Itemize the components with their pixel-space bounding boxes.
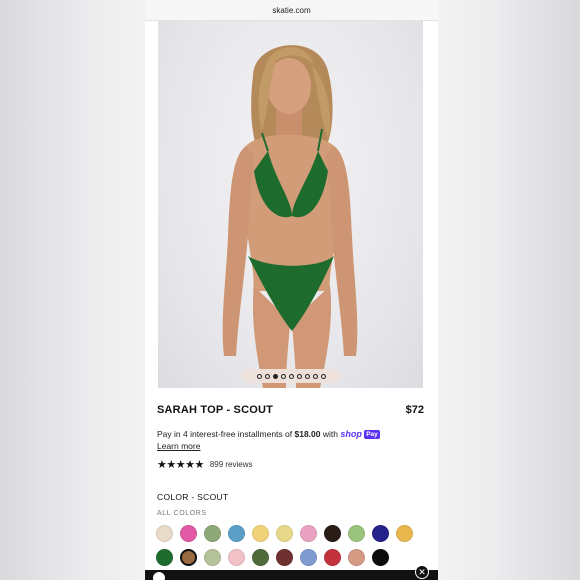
phone-screen: skatie.com SARAH TOP - SCOUT $72 Pay in … — [145, 0, 438, 580]
review-count[interactable]: 899 reviews — [210, 460, 253, 469]
color-swatch[interactable] — [324, 525, 341, 542]
product-price: $72 — [405, 404, 424, 416]
color-swatch[interactable] — [180, 525, 197, 542]
gallery-dot[interactable] — [321, 373, 326, 379]
gallery-dots — [242, 369, 341, 383]
installments-prefix: Pay in 4 interest-free installments of — [157, 429, 295, 439]
bottom-bar — [145, 570, 438, 580]
gallery-dot[interactable] — [313, 373, 318, 379]
color-swatch[interactable] — [396, 525, 413, 542]
address-bar[interactable]: skatie.com — [145, 0, 438, 21]
color-swatch[interactable] — [348, 525, 365, 542]
product-title: SARAH TOP - SCOUT — [157, 404, 274, 416]
color-swatch[interactable] — [156, 549, 173, 566]
color-swatch-selected[interactable] — [180, 549, 197, 566]
gallery-dot[interactable] — [297, 373, 302, 379]
color-swatch[interactable] — [252, 549, 269, 566]
reviews[interactable]: ★★★★★ 899 reviews — [157, 458, 253, 471]
color-swatch[interactable] — [348, 549, 365, 566]
color-swatch[interactable] — [228, 525, 245, 542]
star-rating-icon: ★★★★★ — [157, 459, 204, 471]
color-swatch[interactable] — [276, 549, 293, 566]
background-left — [0, 0, 145, 580]
color-swatch[interactable] — [372, 549, 389, 566]
color-label: COLOR - SCOUT — [157, 492, 229, 502]
learn-more-link[interactable]: Learn more — [157, 441, 200, 451]
color-swatch[interactable] — [156, 525, 173, 542]
color-swatch[interactable] — [204, 549, 221, 566]
product-image[interactable] — [158, 21, 423, 388]
model-photo — [222, 45, 358, 388]
accessibility-icon[interactable] — [151, 570, 167, 580]
color-swatch[interactable] — [372, 525, 389, 542]
color-swatch[interactable] — [300, 525, 317, 542]
color-swatch[interactable] — [324, 549, 341, 566]
color-swatch[interactable] — [204, 525, 221, 542]
background-right — [438, 0, 580, 580]
color-swatch[interactable] — [252, 525, 269, 542]
gallery-dot[interactable] — [257, 373, 262, 379]
gallery-dot[interactable] — [281, 373, 286, 379]
shop-pay-logo: shop — [340, 429, 362, 439]
gallery-dot[interactable] — [289, 373, 294, 379]
url-text: skatie.com — [272, 5, 311, 15]
color-swatch[interactable] — [276, 525, 293, 542]
close-icon[interactable]: ✕ — [415, 565, 429, 579]
color-swatch[interactable] — [228, 549, 245, 566]
gallery-dot[interactable] — [305, 373, 310, 379]
pay-badge: Pay — [364, 430, 380, 439]
all-colors-label: ALL COLORS — [157, 510, 207, 517]
gallery-dot-active[interactable] — [273, 373, 278, 379]
installments-suffix: with — [320, 429, 341, 439]
color-swatch[interactable] — [300, 549, 317, 566]
installments-amount: $18.00 — [294, 429, 321, 439]
gallery-dot[interactable] — [265, 373, 270, 379]
installments-info: Pay in 4 interest-free installments of $… — [157, 428, 427, 452]
title-row: SARAH TOP - SCOUT $72 — [157, 404, 424, 416]
